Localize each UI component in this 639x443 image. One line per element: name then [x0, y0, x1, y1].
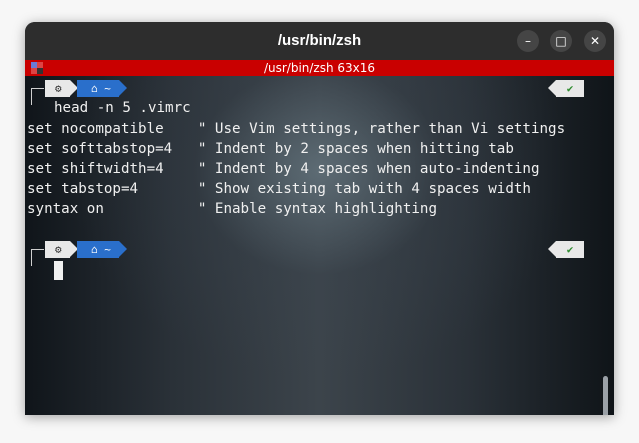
prompt-status-segment: ✔	[548, 241, 584, 258]
prompt-corner	[31, 88, 44, 105]
prompt-corner	[31, 249, 44, 266]
text-cursor	[54, 261, 63, 280]
tmux-status-text: /usr/bin/zsh 63x16	[263, 61, 376, 75]
prompt-dir-segment: ⌂ ~	[77, 241, 127, 258]
prompt-dir-segment: ⌂ ~	[77, 80, 127, 97]
home-icon: ⌂	[91, 243, 98, 256]
tmux-status-bar: /usr/bin/zsh 63x16	[25, 60, 614, 76]
output-line: syntax on " Enable syntax highlighting	[27, 201, 437, 217]
close-button[interactable]: ✕	[584, 30, 606, 52]
output-line: set shiftwidth=4 " Indent by 4 spaces wh…	[27, 161, 540, 177]
os-logo-icon: ⚙	[55, 243, 62, 256]
terminal-area[interactable]: ⚙ ⌂ ~ ✔ head -n 5 .vimrc set nocompatibl…	[25, 76, 614, 415]
terminal-window: /usr/bin/zsh – □ ✕ /usr/bin/zsh 63x16 ⚙ …	[25, 22, 614, 415]
output-line: set tabstop=4 " Show existing tab with 4…	[27, 181, 531, 197]
home-icon: ⌂	[91, 82, 98, 95]
output-line: set softtabstop=4 " Indent by 2 spaces w…	[27, 141, 514, 157]
prompt-os-segment: ⚙	[45, 241, 78, 258]
prompt-status-segment: ✔	[548, 80, 584, 97]
check-icon: ✔	[566, 243, 574, 256]
maximize-button[interactable]: □	[550, 30, 572, 52]
os-logo-icon: ⚙	[55, 82, 62, 95]
prompt-dir: ~	[104, 82, 111, 95]
prompt-os-segment: ⚙	[45, 80, 78, 97]
minimize-button[interactable]: –	[517, 30, 539, 52]
tmux-pane-icon	[31, 62, 43, 74]
prompt-dir: ~	[104, 243, 111, 256]
scrollbar-thumb[interactable]	[603, 376, 608, 415]
command-line: head -n 5 .vimrc	[54, 100, 191, 116]
output-line: set nocompatible " Use Vim settings, rat…	[27, 121, 566, 137]
check-icon: ✔	[566, 82, 574, 95]
title-bar[interactable]: /usr/bin/zsh – □ ✕	[25, 22, 614, 60]
